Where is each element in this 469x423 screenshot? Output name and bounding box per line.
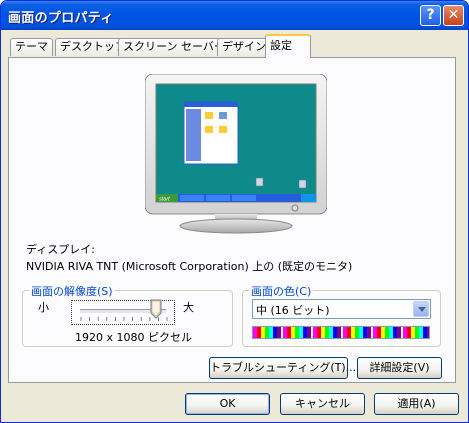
preview-trash-icon — [298, 179, 307, 189]
monitor-base — [179, 218, 293, 234]
power-button-icon — [291, 204, 299, 212]
color-quality-group-label: 画面の色(C) — [249, 283, 314, 299]
preview-start-label: start — [159, 197, 170, 203]
window-title: 画面のプロパティ — [8, 11, 114, 26]
resolution-slider-thumb[interactable] — [150, 299, 162, 319]
advanced-settings-button[interactable]: 詳細設定(V) — [357, 357, 442, 379]
monitor-preview: start — [145, 74, 327, 234]
preview-taskbar-item-3 — [232, 195, 256, 201]
tab-strip: テーマ デスクトップ スクリーン セーバー デザイン 設定 — [1, 34, 468, 58]
preview-taskbar-item-2 — [206, 195, 230, 201]
preview-taskbar-item-1 — [180, 195, 204, 201]
preview-window-folder-4 — [219, 126, 227, 133]
preview-window-folder-2 — [219, 112, 227, 119]
apply-button[interactable]: 適用(A) — [374, 393, 459, 415]
color-spectrum-bar — [252, 326, 430, 339]
resolution-group-label: 画面の解像度(S) — [29, 283, 115, 299]
display-label: ディスプレイ: — [26, 243, 95, 256]
color-quality-selected: 中 (16 ビット) — [256, 304, 330, 317]
troubleshoot-button[interactable]: トラブルシューティング(T)... — [209, 357, 356, 379]
chevron-down-icon[interactable] — [413, 301, 429, 317]
tab-themes[interactable]: テーマ — [10, 38, 53, 56]
preview-window-sidebar — [186, 109, 201, 161]
title-bar[interactable]: 画面のプロパティ ? ✕ — [1, 1, 468, 30]
preview-tray — [301, 194, 316, 202]
tab-appearance[interactable]: デザイン — [217, 38, 271, 56]
preview-window-folder-1 — [205, 112, 213, 119]
tab-screensaver[interactable]: スクリーン セーバー — [118, 38, 230, 56]
preview-window-titlebar — [184, 102, 238, 107]
tab-settings[interactable]: 設定 — [265, 34, 311, 58]
cancel-button[interactable]: キャンセル — [280, 393, 365, 415]
display-value: NVIDIA RIVA TNT (Microsoft Corporation) … — [26, 260, 353, 273]
resolution-value: 1920 x 1080 ピクセル — [75, 331, 192, 344]
color-quality-dropdown[interactable]: 中 (16 ビット) — [252, 299, 431, 319]
preview-window-folder-3 — [205, 126, 213, 133]
help-button[interactable]: ? — [420, 5, 441, 26]
display-properties-window: 画面のプロパティ ? ✕ テーマ デスクトップ スクリーン セーバー デザイン … — [0, 0, 469, 423]
ok-button[interactable]: OK — [185, 393, 270, 415]
resolution-max-label: 大 — [183, 301, 194, 314]
close-button[interactable]: ✕ — [443, 5, 464, 26]
resolution-min-label: 小 — [38, 301, 49, 314]
preview-recycle-icon — [255, 177, 264, 187]
